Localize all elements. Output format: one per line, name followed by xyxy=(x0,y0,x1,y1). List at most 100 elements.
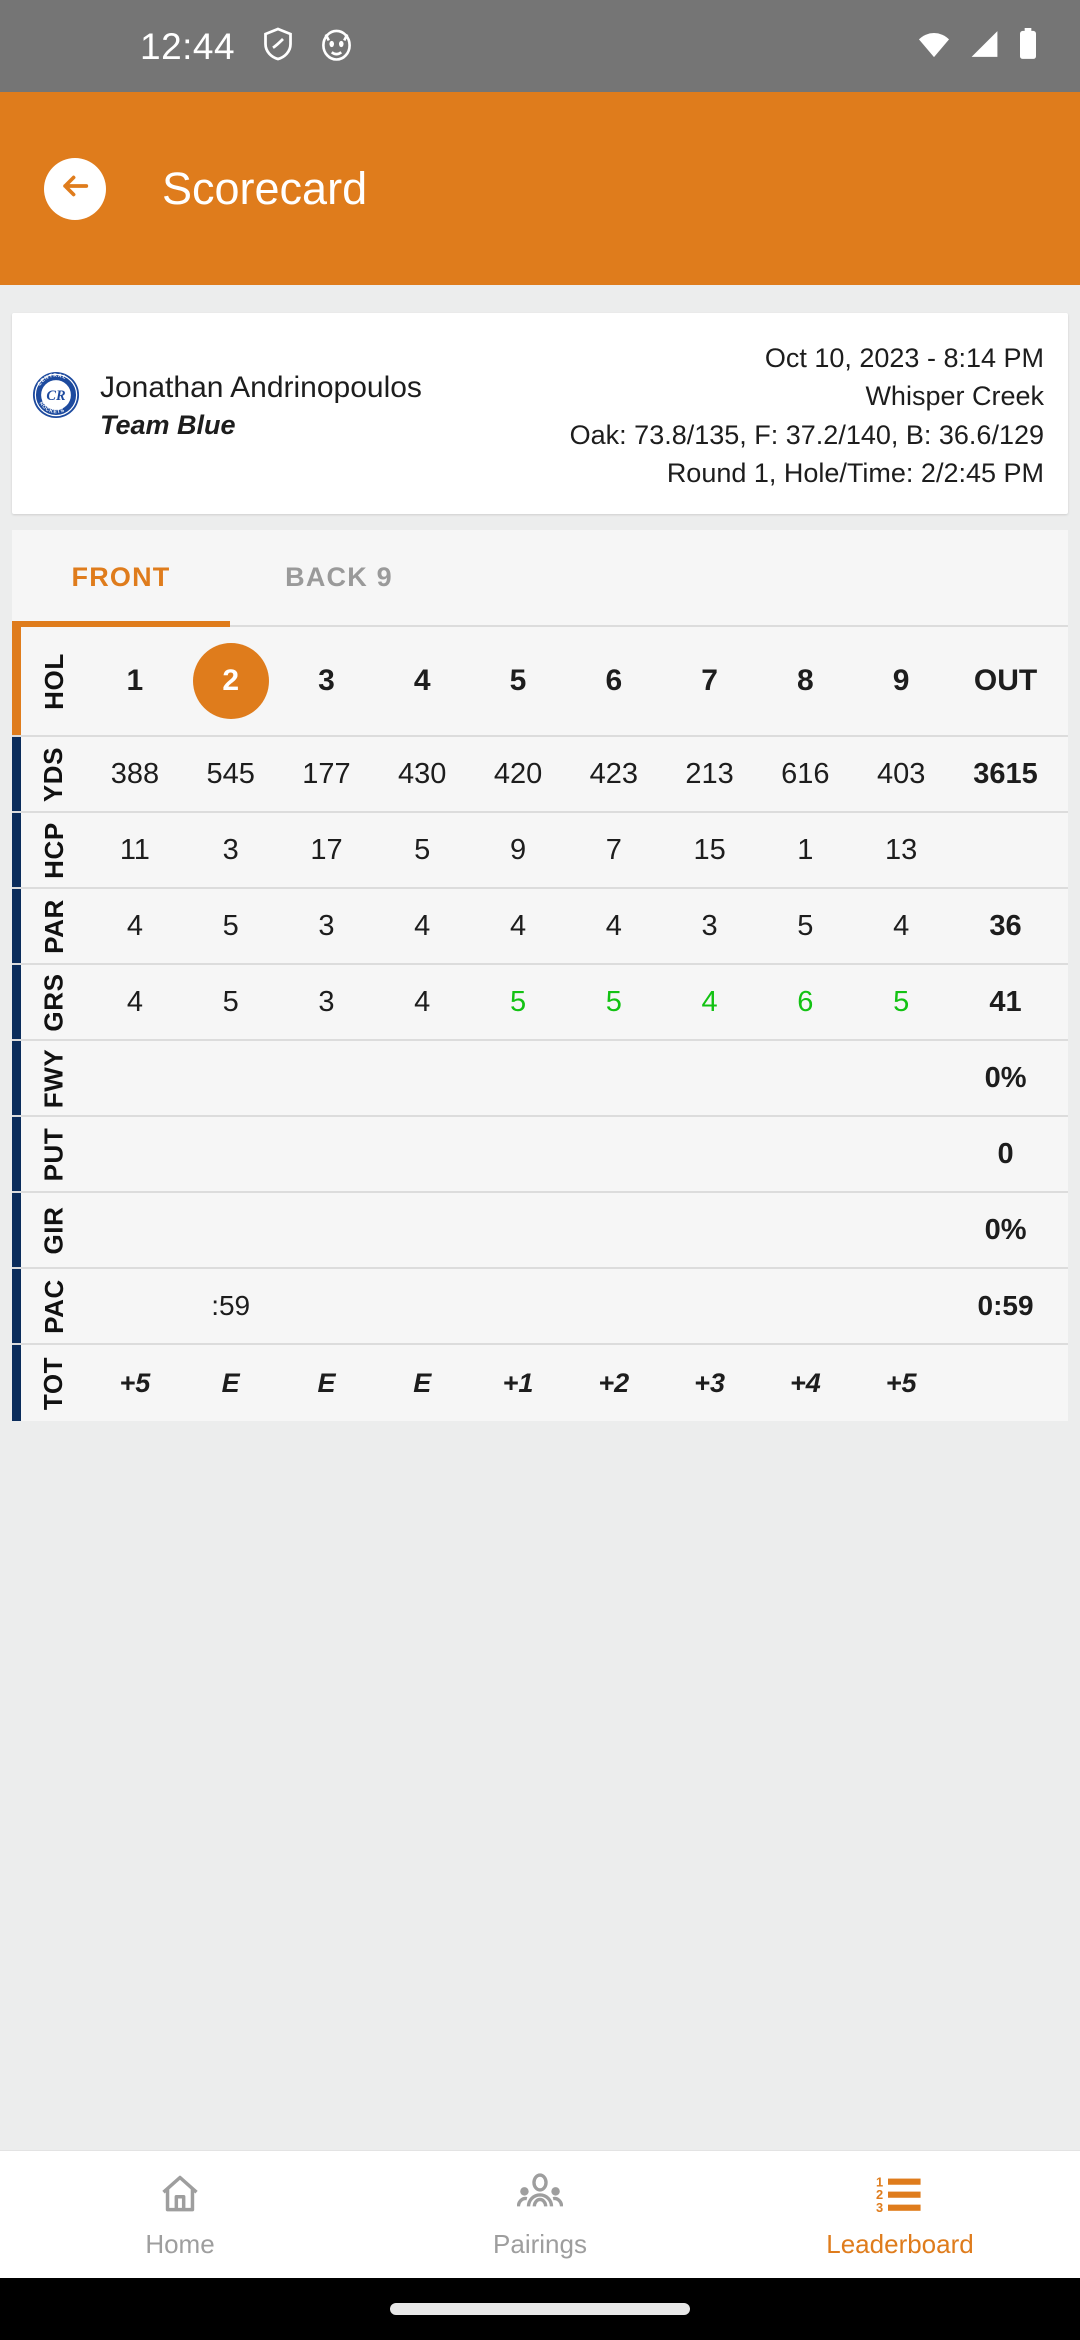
people-icon xyxy=(516,2172,564,2221)
hole-cell-3[interactable]: 3 xyxy=(279,666,375,696)
cat-face-icon xyxy=(321,27,352,66)
nav-item-leaderboard[interactable]: 1 2 3 Leaderboard xyxy=(720,2151,1080,2278)
row-label-text: PAC xyxy=(38,1278,69,1334)
ranked-list-icon: 1 2 3 xyxy=(876,2172,924,2221)
yds-cell-1: 388 xyxy=(110,757,160,790)
hole-cell-1[interactable]: 1 xyxy=(87,666,183,696)
row-label-text: HOL xyxy=(38,652,69,710)
status-bar: 12:44 xyxy=(0,0,1080,92)
scorecard-table: HOL 1 2 3 4 5 6 7 8 9 OUT YDS 388 545 17… xyxy=(12,627,1068,1422)
row-accent-bar xyxy=(12,627,21,736)
row-label-yds: YDS xyxy=(21,737,87,811)
player-identity: Jonathan Andrinopoulos Team Blue xyxy=(100,335,422,444)
back-button[interactable] xyxy=(44,157,106,220)
course-name: Whisper Creek xyxy=(865,381,1044,412)
row-accent-bar xyxy=(12,813,21,888)
hcp-cell-2: 3 xyxy=(222,833,239,866)
nav-label-pairings: Pairings xyxy=(493,2229,587,2259)
team-name: Team Blue xyxy=(100,409,236,440)
scorecard-row-par: PAR 4 5 3 4 4 4 3 5 4 36 xyxy=(12,889,1068,966)
row-cells-hcp: 11 3 17 5 9 7 15 1 13 xyxy=(87,813,1068,887)
bottom-navigation: Home Pairings 1 2 3 Leaderboard xyxy=(0,2150,1080,2278)
grs-cell-2[interactable]: 5 xyxy=(183,987,279,1017)
row-label-put: PUT xyxy=(21,1117,87,1191)
tot-cell-8: +4 xyxy=(789,1367,821,1398)
grs-cell-out: 41 xyxy=(989,985,1022,1018)
hcp-cell-9: 13 xyxy=(885,833,918,866)
hole-cell-6[interactable]: 6 xyxy=(566,666,662,696)
hole-cell-2-current[interactable]: 2 xyxy=(183,643,279,720)
tot-cell-4: E xyxy=(413,1367,432,1398)
nav-label-leaderboard: Leaderboard xyxy=(826,2229,974,2259)
wifi-icon xyxy=(917,29,951,64)
grs-cell-3[interactable]: 3 xyxy=(279,987,375,1017)
hole-cell-4[interactable]: 4 xyxy=(374,666,470,696)
course-ratings: Oak: 73.8/135, F: 37.2/140, B: 36.6/129 xyxy=(569,419,1044,450)
row-label-hcp: HCP xyxy=(21,813,87,887)
par-cell-3: 3 xyxy=(318,909,335,942)
row-cells-pac: :59 0:59 xyxy=(87,1269,1068,1343)
grs-cell-9[interactable]: 5 xyxy=(853,987,949,1017)
grs-cell-1[interactable]: 4 xyxy=(87,987,183,1017)
vpn-shield-icon xyxy=(263,27,293,66)
tot-cell-9: +5 xyxy=(885,1367,917,1398)
row-cells-gir: 0% xyxy=(87,1193,1068,1267)
row-accent-bar xyxy=(12,1041,21,1116)
nav-item-home[interactable]: Home xyxy=(0,2151,360,2278)
par-cell-4: 4 xyxy=(414,909,431,942)
hole-cell-out: OUT xyxy=(973,664,1038,698)
row-label-par: PAR xyxy=(21,889,87,963)
yds-cell-6: 423 xyxy=(589,757,638,790)
scorecard-row-fwy: FWY 0% xyxy=(12,1041,1068,1118)
hole-cell-5[interactable]: 5 xyxy=(470,666,566,696)
hole-cell-9[interactable]: 9 xyxy=(853,666,949,696)
yds-cell-9: 403 xyxy=(876,757,926,790)
row-accent-bar xyxy=(12,889,21,964)
scorecard-row-hcp: HCP 11 3 17 5 9 7 15 1 13 xyxy=(12,813,1068,890)
scorecard-row-gir: GIR 0% xyxy=(12,1193,1068,1270)
page-title: Scorecard xyxy=(162,163,368,214)
row-accent-bar xyxy=(12,1117,21,1192)
row-label-text: FWY xyxy=(38,1048,69,1109)
hcp-cell-5: 9 xyxy=(509,833,527,866)
pac-cell-out: 0:59 xyxy=(977,1290,1034,1322)
row-label-text: PAR xyxy=(38,898,69,954)
status-bar-right xyxy=(917,27,1038,65)
yds-cell-2: 545 xyxy=(206,757,255,790)
tab-back-9-label: BACK 9 xyxy=(285,562,393,593)
par-cell-9: 4 xyxy=(893,909,910,942)
grs-cell-8[interactable]: 6 xyxy=(757,987,853,1017)
app-bar: Scorecard xyxy=(0,92,1080,285)
row-label-text: GIR xyxy=(38,1206,69,1255)
row-label-grs: GRS xyxy=(21,965,87,1039)
par-cell-2: 5 xyxy=(222,909,239,942)
yds-cell-5: 420 xyxy=(493,757,543,790)
row-label-tot: TOT xyxy=(21,1345,87,1421)
hole-cell-8[interactable]: 8 xyxy=(757,666,853,696)
grs-cell-5[interactable]: 5 xyxy=(470,987,566,1017)
hcp-cell-6: 7 xyxy=(605,833,622,866)
tab-front[interactable]: FRONT xyxy=(12,530,230,628)
gir-cell-out: 0% xyxy=(984,1213,1027,1246)
status-bar-clock: 12:44 xyxy=(140,25,236,67)
grs-cell-4[interactable]: 4 xyxy=(374,987,470,1017)
grs-cell-6[interactable]: 5 xyxy=(566,987,662,1017)
row-label-text: PUT xyxy=(38,1127,69,1182)
app-screen: 12:44 Scorecard CR CENTRAL ROCKETS Jonat… xyxy=(0,0,1080,2340)
tot-cell-1: +5 xyxy=(119,1367,151,1398)
tab-back-9[interactable]: BACK 9 xyxy=(230,530,448,625)
tot-cell-6: +2 xyxy=(598,1367,630,1398)
par-cell-5: 4 xyxy=(509,909,527,942)
grs-cell-7[interactable]: 4 xyxy=(662,987,758,1017)
row-cells-put: 0 xyxy=(87,1117,1068,1191)
hcp-cell-1: 11 xyxy=(119,833,150,866)
row-label-hol: HOL xyxy=(21,627,87,735)
hole-cell-7[interactable]: 7 xyxy=(662,666,758,696)
nav-item-pairings[interactable]: Pairings xyxy=(360,2151,720,2278)
round-meta: Oct 10, 2023 - 8:14 PM Whisper Creek Oak… xyxy=(570,335,1044,492)
row-label-gir: GIR xyxy=(21,1193,87,1267)
battery-icon xyxy=(1018,27,1038,65)
put-cell-out: 0 xyxy=(997,1137,1014,1170)
arrow-left-icon xyxy=(58,169,92,208)
home-gesture-pill[interactable] xyxy=(390,2303,690,2315)
